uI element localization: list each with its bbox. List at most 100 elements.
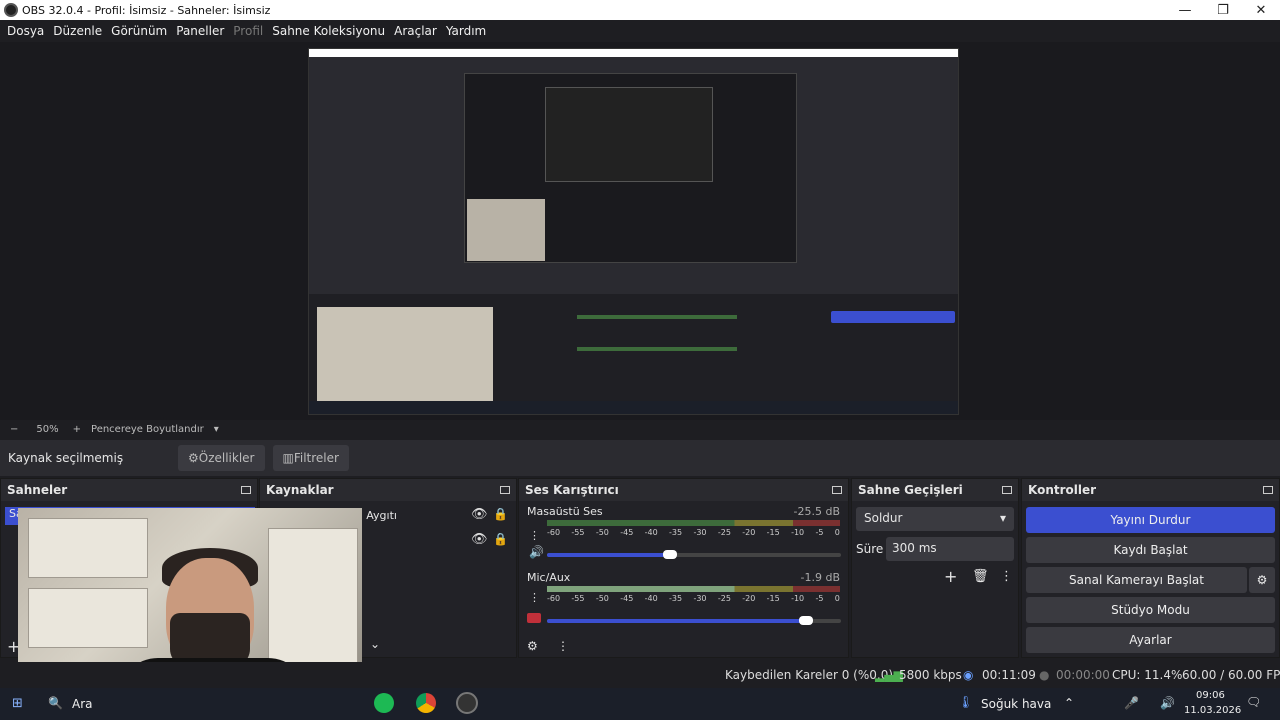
status-bar: Kaybedilen Kareler 0 (%0.0) ▂▄▆ 5800 kbp… — [0, 662, 1280, 688]
studio-mode-button[interactable]: Stüdyo Modu — [1026, 597, 1275, 623]
eye-icon[interactable]: 👁 — [471, 507, 488, 522]
filters-button[interactable]: ▥ Filtreler — [272, 445, 349, 471]
gear-icon: ⚙ — [188, 451, 199, 465]
menu-file[interactable]: Dosya — [7, 24, 44, 38]
popout-icon[interactable] — [241, 486, 251, 494]
audio-mixer-dock: Ses Karıştırıcı Masaüstü Ses -25.5 dB -6… — [518, 478, 849, 658]
menu-view[interactable]: Görünüm — [111, 24, 167, 38]
popout-icon[interactable] — [832, 486, 842, 494]
stop-stream-button[interactable]: Yayını Durdur — [1026, 507, 1275, 533]
zoom-out-button[interactable]: − — [10, 424, 18, 435]
start-recording-button[interactable]: Kaydı Başlat — [1026, 537, 1275, 563]
chevron-down-icon: ▾ — [999, 511, 1006, 525]
add-icon[interactable]: + — [944, 567, 957, 586]
volume-meter — [547, 520, 840, 526]
notification-icon[interactable]: 🗨 — [1246, 695, 1261, 709]
windows-start-icon[interactable]: ⊞ — [12, 696, 23, 711]
kebab-menu-icon[interactable]: ⋮ — [557, 639, 569, 653]
sources-header: Kaynaklar — [260, 479, 516, 501]
spotify-icon[interactable] — [374, 693, 394, 713]
popout-icon[interactable] — [1002, 486, 1012, 494]
cpu-usage: CPU: 11.4% — [1112, 668, 1183, 682]
kebab-menu-icon[interactable]: ⋮ — [1000, 569, 1013, 584]
chevron-down-icon[interactable]: ⌄ — [370, 637, 380, 651]
mixer-header: Ses Karıştırıcı — [519, 479, 848, 501]
transitions-title: Sahne Geçişleri — [858, 483, 963, 497]
scenes-header: Sahneler — [1, 479, 257, 501]
muted-mic-icon[interactable] — [527, 613, 541, 623]
meter-ticks: -60 -55 -50 -45 -40 -35 -30 -25 -20 -15 -10 -5 0 — [547, 594, 840, 603]
microphone-icon[interactable]: 🎤 — [1124, 696, 1139, 710]
scene-transitions-dock: Sahne Geçişleri Soldur ▾ Süre 300 ms + 🗑… — [851, 478, 1019, 658]
menu-tools[interactable]: Araçlar — [394, 24, 437, 38]
chevron-down-icon[interactable]: ▾ — [214, 424, 219, 435]
controls-dock: Kontroller Yayını Durdur Kaydı Başlat Sa… — [1021, 478, 1280, 658]
menu-scene-collection[interactable]: Sahne Koleksiyonu — [272, 24, 385, 38]
dropped-frames: Kaybedilen Kareler 0 (%0.0) — [725, 668, 894, 682]
duration-input[interactable]: 300 ms — [886, 537, 1014, 561]
gear-icon: ⚙ — [1256, 573, 1268, 587]
lock-icon[interactable]: 🔒 — [493, 532, 508, 546]
volume-slider-knob[interactable] — [663, 550, 677, 559]
popout-icon[interactable] — [1263, 486, 1273, 494]
chrome-icon[interactable] — [416, 693, 436, 713]
zoom-in-button[interactable]: + — [73, 424, 81, 435]
preview-canvas[interactable] — [308, 48, 959, 415]
stream-time: 00:11:09 — [982, 668, 1036, 682]
menu-docks[interactable]: Paneller — [176, 24, 224, 38]
transition-selected: Soldur — [864, 511, 903, 525]
menu-profile[interactable]: Profil — [233, 24, 263, 38]
clock-time[interactable]: 09:06 — [1196, 690, 1225, 701]
channel-name: Masaüstü Ses — [527, 505, 603, 518]
obs-logo-icon — [4, 3, 18, 17]
windows-taskbar: ⊞ 🔍 Ara 🌡 Soğuk hava ⌃ 🎤 🔊 09:06 11.03.2… — [0, 688, 1280, 720]
sources-title: Kaynaklar — [266, 483, 334, 497]
duration-label: Süre — [856, 542, 884, 556]
settings-button[interactable]: Ayarlar — [1026, 627, 1275, 653]
fit-to-window-label[interactable]: Pencereye Boyutlandır — [91, 424, 204, 435]
transitions-header: Sahne Geçişleri — [852, 479, 1018, 501]
volume-slider-fill — [547, 553, 669, 557]
channel-name: Mic/Aux — [527, 571, 571, 584]
menu-help[interactable]: Yardım — [446, 24, 486, 38]
lock-icon[interactable]: 🔒 — [493, 507, 508, 521]
close-icon[interactable]: ✕ — [1242, 3, 1280, 18]
trash-icon[interactable]: 🗑 — [972, 569, 989, 584]
menu-edit[interactable]: Düzenle — [53, 24, 102, 38]
speaker-icon[interactable]: 🔊 — [529, 545, 544, 559]
start-virtual-camera-button[interactable]: Sanal Kamerayı Başlat — [1026, 567, 1247, 593]
source-toolbar: Kaynak seçilmemiş ⚙ Özellikler ▥ Filtrel… — [0, 440, 1280, 476]
channel-db: -25.5 dB — [793, 505, 841, 518]
popout-icon[interactable] — [500, 486, 510, 494]
transition-select[interactable]: Soldur ▾ — [856, 507, 1014, 531]
volume-icon[interactable]: 🔊 — [1160, 696, 1175, 710]
volume-slider-knob[interactable] — [799, 616, 813, 625]
maximize-icon[interactable]: ❐ — [1204, 3, 1242, 18]
eye-icon[interactable]: 👁 — [471, 532, 488, 547]
chevron-up-icon[interactable]: ⌃ — [1064, 696, 1074, 710]
minimize-icon[interactable]: — — [1166, 3, 1204, 18]
controls-header: Kontroller — [1022, 479, 1279, 501]
record-time: 00:00:00 — [1056, 668, 1110, 682]
record-icon: ● — [1039, 668, 1050, 682]
mixer-channel-mic: Mic/Aux -1.9 dB -60 -55 -50 -45 -40 -35 -30 -25… — [527, 571, 840, 603]
source-item-1[interactable]: a Aygıtı — [356, 509, 397, 522]
meter-ticks: -60 -55 -50 -45 -40 -35 -30 -25 -20 -15 -10 -5 0 — [547, 528, 840, 537]
mixer-channel-desktop: Masaüstü Ses -25.5 dB -60 -55 -50 -45 -40 -35… — [527, 505, 840, 537]
search-icon[interactable]: 🔍 — [48, 696, 63, 710]
clock-date[interactable]: 11.03.2026 — [1184, 705, 1241, 716]
volume-slider-fill — [547, 619, 807, 623]
weather-text[interactable]: Soğuk hava — [981, 697, 1051, 711]
gear-icon[interactable]: ⚙ — [527, 639, 538, 653]
mixer-title: Ses Karıştırıcı — [525, 483, 619, 497]
taskbar-search[interactable]: Ara — [72, 697, 93, 711]
virtual-camera-settings-button[interactable]: ⚙ — [1249, 567, 1275, 593]
title-bar: OBS 32.0.4 - Profil: İsimsiz - Sahneler:… — [0, 0, 1280, 20]
window-title: OBS 32.0.4 - Profil: İsimsiz - Sahneler:… — [22, 3, 271, 17]
zoom-bar: − 50% + Pencereye Boyutlandır ▾ — [0, 420, 1280, 438]
properties-label: Özellikler — [198, 451, 255, 465]
kebab-menu-icon[interactable]: ⋮ — [529, 591, 540, 604]
properties-button[interactable]: ⚙ Özellikler — [178, 445, 265, 471]
obs-taskbar-icon[interactable] — [456, 692, 478, 714]
kebab-menu-icon[interactable]: ⋮ — [529, 529, 540, 542]
